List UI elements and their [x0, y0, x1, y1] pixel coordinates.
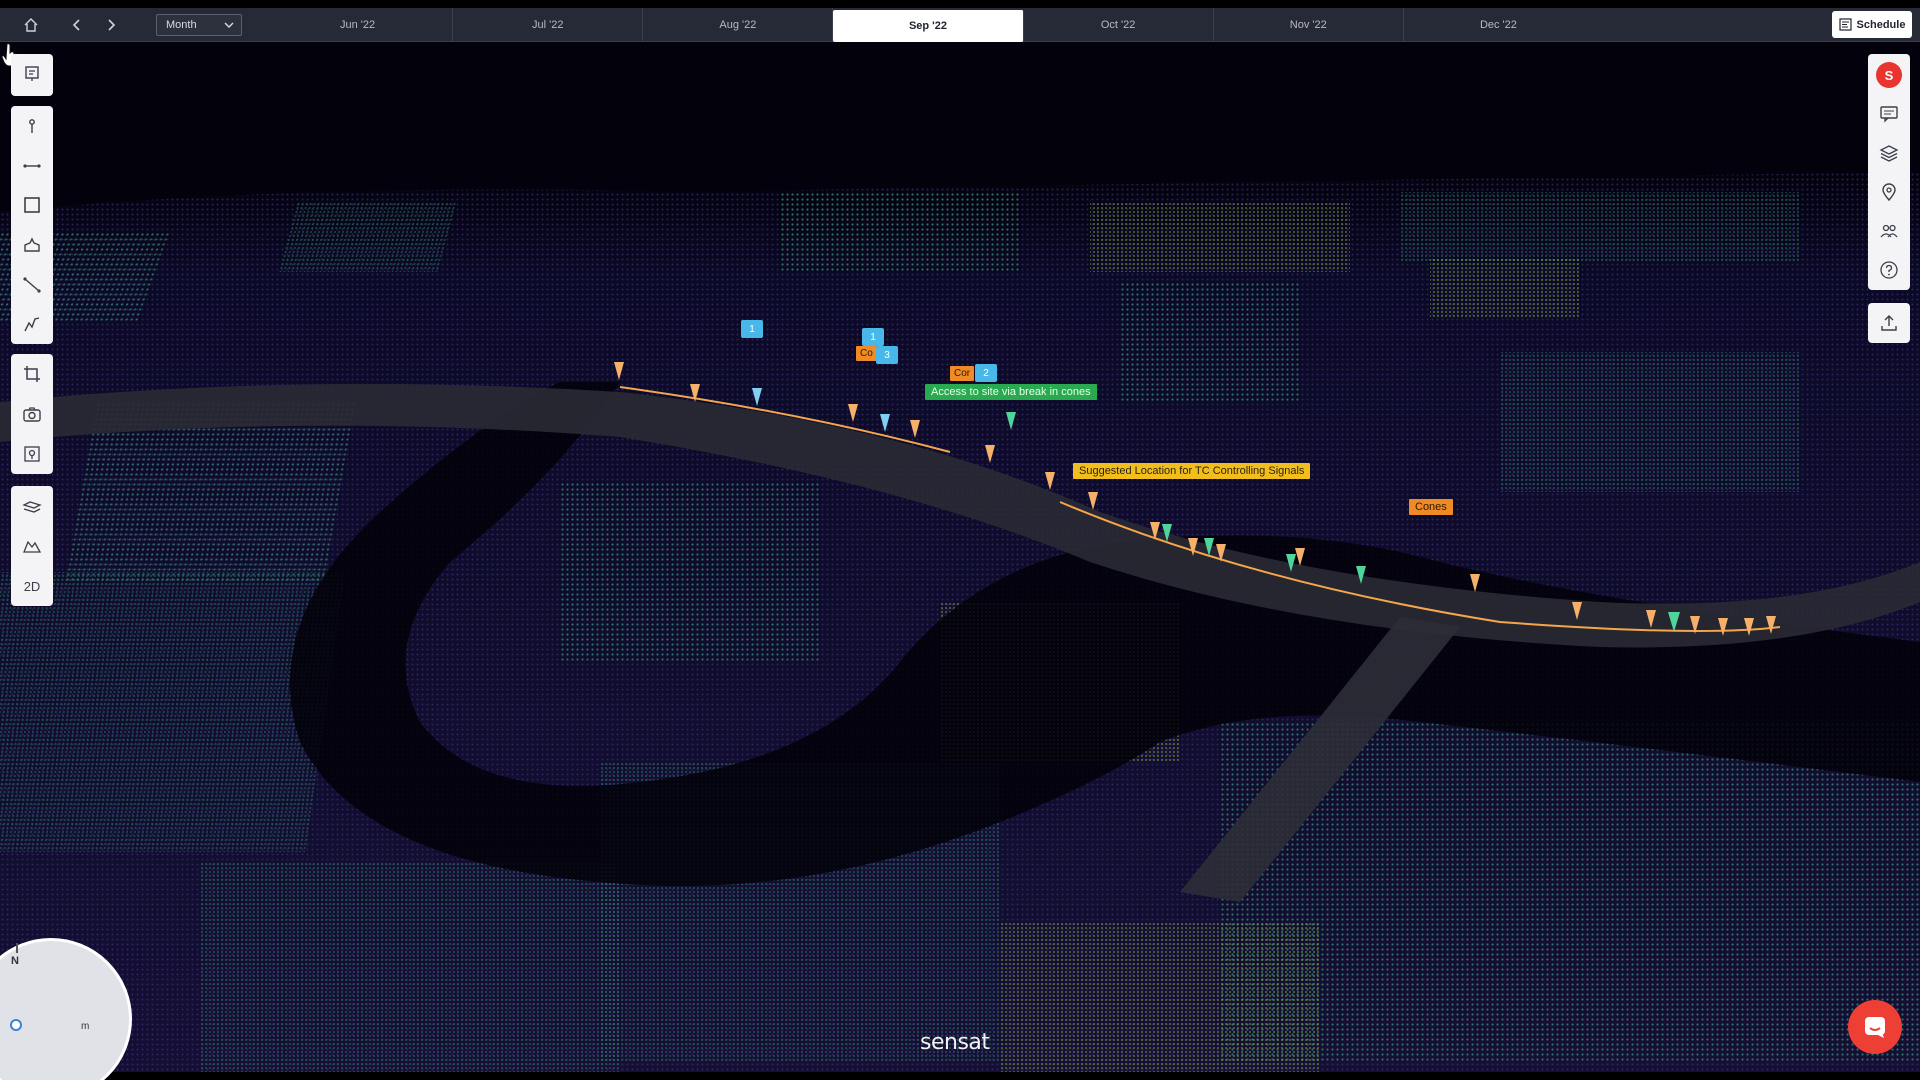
pin-tool[interactable]: [11, 106, 53, 146]
period-select[interactable]: Month: [156, 13, 242, 36]
volume-icon: [24, 237, 40, 252]
compass-north-label: N: [11, 955, 19, 967]
area-tool[interactable]: [11, 185, 53, 225]
layers-compare-tool[interactable]: [11, 486, 53, 526]
chevron-left-icon: [72, 18, 80, 31]
help-button[interactable]: [1868, 250, 1910, 289]
chat-icon: [1865, 1017, 1885, 1038]
mode-2d-button[interactable]: 2D: [11, 566, 53, 606]
profile-tool[interactable]: [11, 304, 53, 344]
compass-tick-icon: [16, 943, 18, 953]
pin-icon: [29, 118, 35, 133]
notes-tool[interactable]: [11, 54, 53, 94]
prev-period-button[interactable]: [60, 8, 94, 42]
cones-partial-label-2[interactable]: Cor: [950, 366, 975, 381]
height-icon: [23, 276, 41, 293]
sensat-logo: sensat: [920, 1030, 990, 1055]
left-toolbar-group-notes: [11, 54, 53, 96]
line-measure-tool[interactable]: [11, 146, 53, 186]
left-toolbar-group-measure: [11, 106, 53, 344]
home-button[interactable]: [14, 8, 48, 42]
home-icon: [24, 17, 38, 32]
locate-icon: [24, 446, 40, 462]
chevron-right-icon: [108, 18, 116, 31]
terrain-icon: [23, 540, 42, 553]
timeline-bar: Month Jun '22 Jul '22 Aug '22 Sep '22 Oc…: [0, 8, 1920, 42]
timeline-months: Jun '22 Jul '22 Aug '22 Sep '22 Oct '22 …: [263, 8, 1593, 42]
comments-button[interactable]: [1868, 94, 1910, 133]
schedule-icon: [1838, 18, 1852, 31]
compass-position-dot: [10, 1019, 22, 1031]
location-button[interactable]: [1868, 172, 1910, 211]
user-avatar[interactable]: S: [1876, 62, 1902, 88]
layers-compare-icon: [22, 501, 42, 513]
marker-tag-1[interactable]: 1: [741, 320, 763, 338]
timeline-month-sep[interactable]: Sep '22: [833, 10, 1024, 42]
marker-tag-2[interactable]: 2: [975, 364, 997, 382]
cones-annotation-label[interactable]: Cones: [1409, 499, 1453, 515]
timeline-month-jun[interactable]: Jun '22: [263, 8, 454, 42]
comment-icon: [1880, 105, 1898, 123]
crop-icon: [24, 366, 40, 382]
schedule-button[interactable]: Schedule: [1832, 11, 1912, 38]
collaborators-button[interactable]: [1868, 211, 1910, 250]
left-toolbar-group-capture: [11, 354, 53, 474]
point-cloud-render: [0, 172, 1920, 1072]
next-period-button[interactable]: [94, 8, 128, 42]
layers-icon: [1879, 144, 1899, 162]
signals-annotation-label[interactable]: Suggested Location for TC Controlling Si…: [1073, 463, 1311, 479]
volume-tool[interactable]: [11, 225, 53, 265]
marker-tag-3[interactable]: 3: [876, 346, 898, 364]
layers-button[interactable]: [1868, 133, 1910, 172]
locate-tool[interactable]: [11, 434, 53, 474]
chat-launcher-button[interactable]: [1848, 1000, 1902, 1054]
timeline-month-oct[interactable]: Oct '22: [1024, 8, 1214, 42]
right-toolbar: S: [1868, 54, 1910, 290]
crop-tool[interactable]: [11, 354, 53, 394]
timeline-month-nov[interactable]: Nov '22: [1214, 8, 1404, 42]
area-icon: [24, 197, 40, 213]
location-icon: [1882, 182, 1896, 201]
timeline-month-dec[interactable]: Dec '22: [1404, 8, 1593, 42]
profile-icon: [24, 317, 40, 332]
line-measure-icon: [23, 163, 41, 168]
upload-icon: [1881, 315, 1897, 331]
height-tool[interactable]: [11, 265, 53, 305]
chevron-down-icon: [224, 22, 234, 28]
notes-icon: [25, 66, 39, 81]
schedule-label: Schedule: [1856, 18, 1906, 31]
camera-tool[interactable]: [11, 394, 53, 434]
timeline-month-jul[interactable]: Jul '22: [453, 8, 644, 42]
timeline-month-aug[interactable]: Aug '22: [643, 8, 834, 42]
marker-tag-1b[interactable]: 1: [862, 328, 884, 346]
left-toolbar-group-view: 2D: [11, 486, 53, 606]
people-icon: [1880, 224, 1898, 237]
help-icon: [1880, 260, 1898, 279]
camera-icon: [23, 407, 41, 422]
export-button[interactable]: [1868, 303, 1910, 343]
period-select-value: Month: [166, 18, 197, 31]
compass-scale-unit: m: [81, 1021, 90, 1032]
cones-partial-label-1[interactable]: Co: [856, 346, 877, 361]
point-cloud-viewport[interactable]: 1 1 Co 3 Cor 2 Access to site via break …: [0, 42, 1920, 1072]
access-annotation-label[interactable]: Access to site via break in cones: [925, 384, 1097, 400]
terrain-tool[interactable]: [11, 526, 53, 566]
